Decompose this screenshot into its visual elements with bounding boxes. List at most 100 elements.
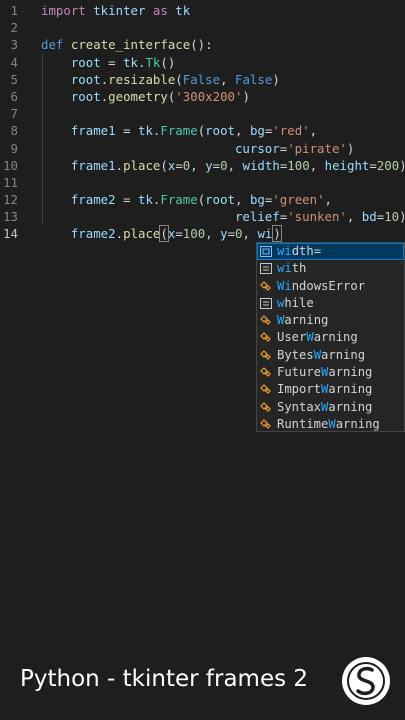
code-line[interactable]: 1 import tkinter as tk — [0, 2, 405, 19]
code-token: ) — [399, 158, 405, 173]
code-token: , — [309, 157, 325, 173]
suggestion-item[interactable]: FutureWarning — [257, 364, 404, 381]
code-token: def — [41, 37, 64, 53]
code-text: def create_interface(): — [41, 36, 213, 53]
suggestion-label-post: arning — [313, 330, 358, 345]
suggestion-item[interactable]: width= — [257, 243, 404, 261]
code-editor[interactable]: 1 import tkinter as tk 2 3 def create_interf… — [0, 2, 405, 243]
code-token: root — [205, 123, 236, 139]
line-number: 2 — [10, 20, 18, 36]
code-token: root — [41, 54, 101, 70]
suggestion-label-post: arning — [328, 365, 373, 380]
code-line[interactable]: 6 root.geometry('300x200') — [0, 88, 405, 105]
suggestion-label: WindowsError — [277, 278, 365, 295]
keyword-icon — [260, 263, 272, 275]
code-token: = — [212, 157, 221, 173]
code-line[interactable]: 3 def create_interface(): — [0, 36, 405, 53]
suggestion-label-pre: Syntax — [277, 399, 322, 414]
code-line[interactable]: 9 cursor='pirate') — [0, 140, 405, 157]
suggestion-item[interactable]: Warning — [257, 312, 404, 329]
code-token: , — [220, 71, 235, 87]
code-token: = — [369, 157, 377, 173]
code-token: ) — [272, 225, 282, 243]
code-token: 'pirate' — [287, 140, 347, 156]
suggestion-label-post: arning — [328, 382, 373, 397]
code-token: bd — [361, 209, 377, 225]
suggestion-item[interactable]: UserWarning — [257, 329, 404, 346]
code-line[interactable]: 11 — [0, 174, 405, 191]
class-icon — [260, 401, 271, 412]
line-number: 3 — [10, 37, 18, 53]
code-line[interactable]: 10 frame1.place(x=0, y=0, width=100, hei… — [0, 157, 405, 174]
suggestion-item[interactable]: ImportWarning — [257, 381, 404, 398]
code-token: 'red' — [272, 123, 310, 139]
code-line[interactable]: 2 — [0, 19, 405, 36]
suggestion-label: BytesWarning — [277, 347, 365, 364]
line-number: 1 — [10, 3, 18, 18]
code-line[interactable]: 14 frame2.place(x=100, y=0, wi) — [0, 225, 405, 243]
suggestion-label-post: arning — [335, 416, 380, 431]
code-line[interactable]: 5 root.resizable(False, False) — [0, 71, 405, 88]
code-token: tk — [138, 123, 153, 139]
code-token: () — [160, 54, 176, 70]
code-line[interactable]: 7 — [0, 105, 405, 122]
suggestion-label-post: arning — [328, 399, 373, 414]
line-number: 12 — [3, 192, 18, 208]
suggestion-label: Warning — [277, 312, 328, 329]
suggestion-label-match: Wi — [277, 278, 292, 293]
class-icon — [260, 419, 271, 429]
code-token: tkinter — [85, 3, 153, 18]
suggestion-label-match: wi — [277, 261, 292, 276]
code-token: , — [235, 123, 250, 139]
code-line[interactable]: 12 frame2 = tk.Frame(root, bg='green', — [0, 191, 405, 208]
code-token: = — [227, 226, 236, 242]
code-token: Frame — [160, 123, 198, 139]
code-token: frame1 — [41, 123, 116, 139]
suggestion-item[interactable]: SyntaxWarning — [257, 399, 404, 416]
code-token: y — [220, 226, 228, 242]
suggestion-label-match: W — [313, 347, 322, 362]
keyword-icon — [260, 297, 272, 309]
code-text: root.resizable(False, False) — [41, 71, 280, 88]
suggestion-label-pre: User — [277, 330, 307, 345]
line-number: 7 — [10, 106, 18, 122]
suggestion-item[interactable]: WindowsError — [257, 278, 404, 295]
code-token: bg — [249, 123, 265, 139]
line-number: 10 — [3, 157, 18, 173]
code-line[interactable]: 8 frame1 = tk.Frame(root, bg='red', — [0, 122, 405, 139]
suggestion-label: UserWarning — [277, 329, 358, 346]
code-line[interactable]: 4 root = tk.Tk() — [0, 54, 405, 71]
code-token: , — [227, 157, 243, 173]
suggestion-label-match: W — [306, 330, 314, 345]
suggestion-item[interactable]: while — [257, 295, 404, 312]
suggestion-item[interactable]: with — [257, 260, 404, 277]
code-text: frame2 = tk.Frame(root, bg='green', — [41, 191, 332, 208]
code-text: relief='sunken', bd=10) — [41, 208, 405, 225]
suggestion-label-match: wi — [277, 244, 292, 258]
line-number: 4 — [10, 54, 18, 70]
suggestion-label: width= — [277, 243, 321, 260]
suggestion-label-post: dth= — [291, 244, 322, 258]
code-token: . — [115, 157, 124, 173]
code-text: frame1 = tk.Frame(root, bg='red', — [41, 122, 317, 139]
class-icon — [260, 349, 271, 360]
suggestion-label: ImportWarning — [277, 381, 372, 398]
code-token: resizable — [108, 71, 176, 87]
code-token: '300x200' — [175, 88, 243, 104]
suggestion-item[interactable]: BytesWarning — [257, 347, 404, 364]
screen: 1 import tkinter as tk 2 3 def create_interf… — [0, 0, 405, 720]
code-token: False — [235, 71, 273, 87]
code-line[interactable]: 13 relief='sunken', bd=10) — [0, 208, 405, 225]
code-token: ) — [399, 209, 405, 224]
code-token: (): — [190, 37, 213, 53]
code-text: import tkinter as tk — [41, 2, 190, 19]
suggestion-item[interactable]: RuntimeWarning — [257, 416, 404, 433]
code-token: y — [205, 157, 213, 173]
code-token: ) — [346, 140, 355, 156]
code-token: wi — [257, 226, 273, 242]
code-token: frame2 — [41, 226, 116, 242]
code-token: ( — [159, 225, 169, 243]
code-token: width — [242, 157, 280, 173]
suggestion-label: RuntimeWarning — [277, 416, 380, 433]
autocomplete-suggestions[interactable]: width= with WindowsError while Warning UserWa… — [256, 242, 405, 432]
